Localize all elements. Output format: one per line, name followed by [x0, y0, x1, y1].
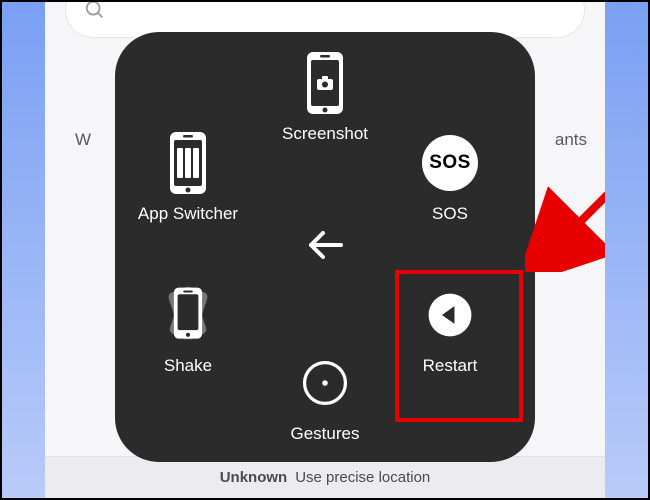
restart-icon [417, 282, 483, 348]
bottom-rest: Use precise location [295, 469, 430, 486]
menu-item-shake[interactable]: Shake [123, 282, 253, 376]
back-button[interactable] [295, 215, 355, 275]
menu-label: App Switcher [138, 204, 238, 224]
menu-label: Restart [423, 356, 478, 376]
assistivetouch-panel: Screenshot App Switcher [115, 32, 535, 462]
sos-icon: SOS [417, 130, 483, 196]
annotation-arrow-icon [525, 152, 605, 272]
sos-glyph: SOS [429, 152, 471, 174]
background-hint-left: W [75, 130, 91, 150]
menu-item-restart[interactable]: Restart [385, 282, 515, 376]
gestures-icon [292, 350, 358, 416]
background-hint-right: ants [555, 130, 587, 150]
phone-cards-icon [155, 130, 221, 196]
menu-label: Shake [164, 356, 212, 376]
menu-item-app-switcher[interactable]: App Switcher [123, 130, 253, 224]
phone-background: W ants Unknown Use precise location [45, 2, 605, 498]
menu-item-gestures[interactable]: Gestures [260, 350, 390, 444]
phone-camera-icon [292, 50, 358, 116]
shake-icon [155, 282, 221, 348]
menu-label: SOS [432, 204, 468, 224]
menu-item-sos[interactable]: SOS SOS [385, 130, 515, 224]
menu-label: Screenshot [282, 124, 368, 144]
search-icon [84, 2, 106, 21]
bottom-bold: Unknown [220, 469, 288, 486]
screenshot-frame: W ants Unknown Use precise location [0, 0, 650, 500]
arrow-left-icon [301, 221, 349, 269]
menu-item-screenshot[interactable]: Screenshot [260, 50, 390, 144]
menu-label: Gestures [291, 424, 360, 444]
bottom-strip: Unknown Use precise location [45, 456, 605, 498]
